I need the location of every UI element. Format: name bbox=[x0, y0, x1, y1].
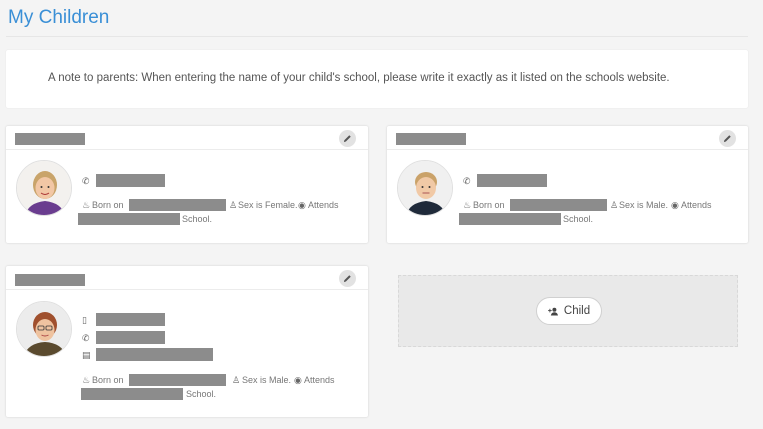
born-label: Born on bbox=[92, 200, 124, 210]
sex-text: Sex is Male. bbox=[242, 375, 292, 385]
child-card-header bbox=[6, 126, 368, 150]
cake-icon: ♨ bbox=[82, 200, 91, 210]
add-child-label: Child bbox=[563, 305, 591, 317]
add-child-button[interactable]: Child bbox=[536, 297, 602, 325]
sex-text: Sex is Female. bbox=[238, 200, 298, 210]
eye-icon: ◉ bbox=[671, 200, 679, 210]
attends-label: Attends bbox=[304, 375, 335, 385]
calendar-icon: ▤ bbox=[82, 350, 91, 360]
pencil-icon bbox=[343, 135, 351, 143]
person-icon: ♙ bbox=[610, 200, 619, 210]
phone-icon: ✆ bbox=[82, 333, 90, 343]
attends-label: Attends bbox=[681, 200, 712, 210]
redacted-phone bbox=[477, 174, 547, 187]
child-card-2: ✆ ♨ Born on ♙ Sex is Male. ◉ Attends Sch… bbox=[387, 126, 748, 243]
redacted-birthdate bbox=[510, 199, 607, 211]
child-photo bbox=[17, 161, 71, 215]
child-avatar bbox=[16, 301, 72, 357]
sex-text: Sex is Male. bbox=[619, 200, 669, 210]
school-suffix: School. bbox=[563, 214, 594, 224]
school-suffix: School. bbox=[186, 389, 217, 399]
pencil-icon bbox=[723, 135, 731, 143]
redacted-school-name bbox=[81, 388, 183, 400]
attends-label: Attends bbox=[308, 200, 339, 210]
redacted-school-name bbox=[459, 213, 561, 225]
child-photo bbox=[398, 161, 452, 215]
person-icon: ♙ bbox=[229, 200, 238, 210]
child-avatar bbox=[397, 160, 453, 216]
phone-icon: ✆ bbox=[82, 176, 90, 186]
parent-note-text: A note to parents: When entering the nam… bbox=[48, 72, 670, 84]
phone-icon: ✆ bbox=[463, 176, 471, 186]
eye-icon: ◉ bbox=[294, 375, 302, 385]
child-avatar bbox=[16, 160, 72, 216]
eye-icon: ◉ bbox=[298, 200, 306, 210]
redacted-birthdate bbox=[129, 374, 226, 386]
mobile-icon: ▯ bbox=[82, 315, 87, 325]
redacted-child-name bbox=[15, 133, 85, 145]
redacted-mobile bbox=[96, 313, 165, 326]
redacted-phone bbox=[96, 174, 165, 187]
child-card-3: ▯ ✆ ▤ ♨ Born on ♙ Sex is Male. ◉ Attends… bbox=[6, 266, 368, 417]
page-title: My Children bbox=[8, 7, 110, 28]
child-photo bbox=[17, 302, 71, 356]
edit-child-button[interactable] bbox=[339, 130, 356, 147]
child-card-1: ✆ ♨ Born on ♙ Sex is Female. ◉ Attends S… bbox=[6, 126, 368, 243]
parent-note-panel: A note to parents: When entering the nam… bbox=[6, 50, 748, 108]
add-person-icon bbox=[547, 307, 558, 316]
redacted-school-name bbox=[78, 213, 180, 225]
person-icon: ♙ bbox=[232, 375, 241, 385]
cake-icon: ♨ bbox=[82, 375, 91, 385]
child-card-header bbox=[387, 126, 748, 150]
redacted-email bbox=[96, 348, 213, 361]
born-label: Born on bbox=[92, 375, 124, 385]
school-suffix: School. bbox=[182, 214, 213, 224]
cake-icon: ♨ bbox=[463, 200, 472, 210]
add-child-panel: Child bbox=[398, 275, 738, 347]
redacted-child-name bbox=[15, 274, 85, 286]
pencil-icon bbox=[343, 275, 351, 283]
edit-child-button[interactable] bbox=[339, 270, 356, 287]
edit-child-button[interactable] bbox=[719, 130, 736, 147]
child-card-header bbox=[6, 266, 368, 290]
redacted-child-name bbox=[396, 133, 466, 145]
redacted-birthdate bbox=[129, 199, 226, 211]
redacted-phone bbox=[96, 331, 165, 344]
title-divider bbox=[6, 36, 748, 37]
born-label: Born on bbox=[473, 200, 505, 210]
